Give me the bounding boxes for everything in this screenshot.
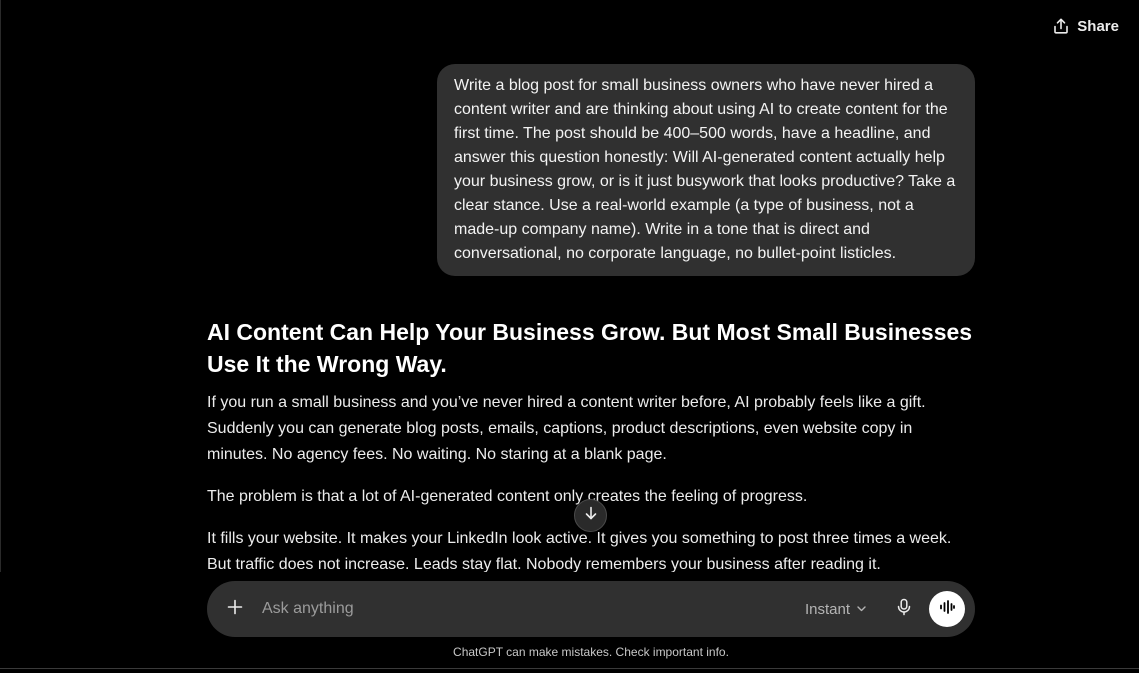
disclaimer-text: ChatGPT can make mistakes. Check importa…	[453, 645, 729, 659]
share-button[interactable]: Share	[1046, 14, 1125, 38]
plus-icon	[226, 598, 244, 621]
dictate-button[interactable]	[889, 594, 919, 624]
bottom-divider	[0, 668, 1139, 669]
user-message-bubble: Write a blog post for small business own…	[437, 64, 975, 276]
add-attachment-button[interactable]	[217, 591, 253, 627]
paragraph: If you run a small business and you’ve n…	[207, 394, 926, 463]
microphone-icon	[896, 598, 912, 621]
assistant-message: AI Content Can Help Your Business Grow. …	[207, 316, 977, 594]
share-upload-icon	[1052, 17, 1070, 35]
blog-headline: AI Content Can Help Your Business Grow. …	[207, 319, 973, 377]
mode-label: Instant	[804, 600, 850, 618]
scroll-to-bottom-button[interactable]	[574, 499, 607, 532]
voice-mode-button[interactable]	[929, 591, 965, 627]
chat-window: Share Write a blog post for small busine…	[0, 0, 1139, 673]
prompt-input[interactable]	[260, 593, 805, 625]
paragraph: It fills your website. It makes your Lin…	[207, 530, 952, 573]
message-composer: Instant	[207, 581, 975, 637]
arrow-down-icon	[583, 505, 599, 526]
voice-waveform-icon	[938, 598, 956, 621]
model-mode-dropdown[interactable]: Instant	[805, 601, 867, 618]
chevron-down-icon	[856, 601, 867, 618]
share-label: Share	[1077, 17, 1119, 35]
